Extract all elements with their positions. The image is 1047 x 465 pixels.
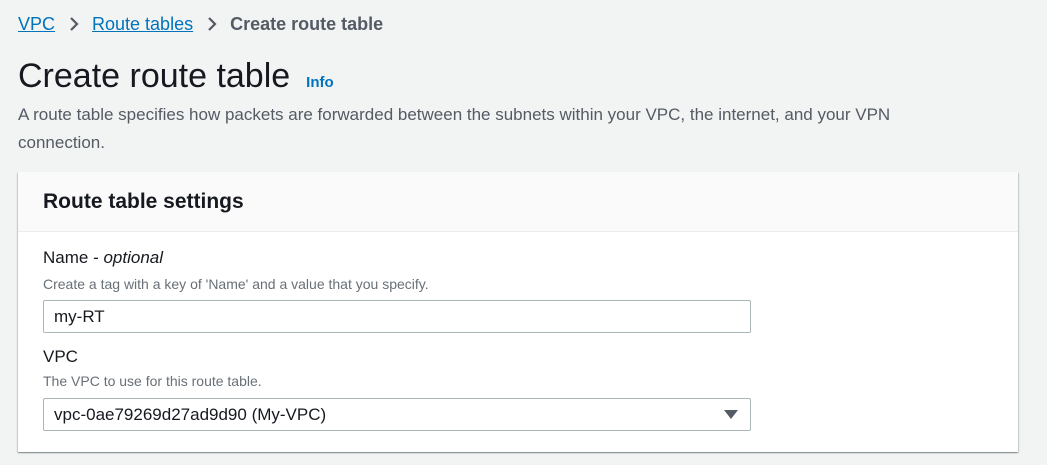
breadcrumb-link-vpc[interactable]: VPC: [18, 14, 55, 35]
breadcrumb-current: Create route table: [230, 13, 384, 34]
page-title: Create route table: [18, 57, 291, 95]
caret-down-icon: [724, 409, 738, 420]
chevron-right-icon: [207, 16, 217, 32]
chevron-right-icon: [69, 16, 79, 32]
page-description: A route table specifies how packets are …: [18, 105, 891, 152]
optional-label: optional: [103, 248, 164, 267]
name-label-text: Name -: [43, 248, 104, 267]
vpc-field-label: VPC: [43, 347, 78, 366]
vpc-select-value: vpc-0ae79269d27ad9d90 (My-VPC): [54, 404, 327, 424]
route-table-settings-panel: Route table settings Name - optional Cre…: [18, 172, 1018, 452]
vpc-select[interactable]: vpc-0ae79269d27ad9d90 (My-VPC): [43, 398, 751, 431]
panel-title: Route table settings: [43, 189, 244, 213]
breadcrumb-link-route-tables[interactable]: Route tables: [92, 14, 193, 35]
name-field-label: Name - optional: [43, 248, 163, 268]
name-field-hint: Create a tag with a key of 'Name' and a …: [43, 276, 429, 292]
panel-header: Route table settings: [18, 172, 1018, 232]
vpc-field-hint: The VPC to use for this route table.: [43, 373, 262, 389]
breadcrumb: VPC Route tables Create route table: [18, 12, 383, 36]
info-link[interactable]: Info: [306, 74, 334, 91]
name-input[interactable]: [43, 300, 751, 333]
page-header: Create route table Info: [18, 56, 334, 96]
